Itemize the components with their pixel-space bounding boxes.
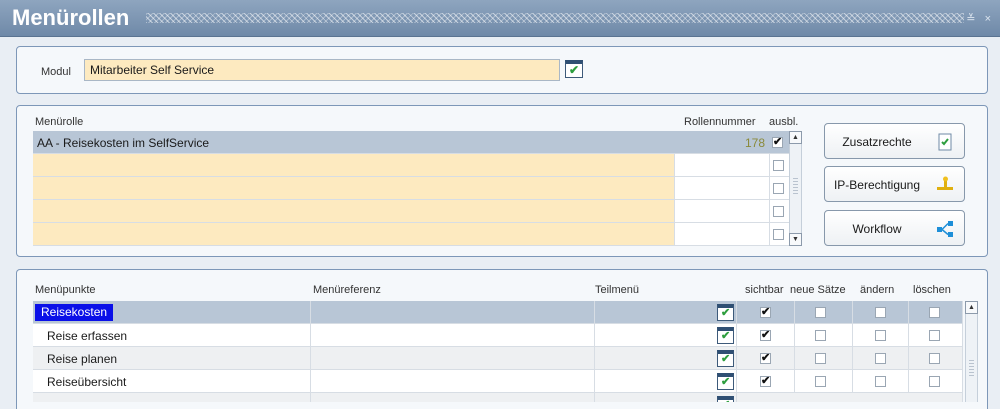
rolle-row[interactable]: AA - Reisekosten im SelfService 178 bbox=[33, 131, 789, 154]
rolle-ausbl-checkbox[interactable] bbox=[772, 135, 783, 148]
workflow-icon bbox=[937, 221, 953, 237]
sichtbar-checkbox[interactable] bbox=[760, 328, 771, 341]
rolle-name: AA - Reisekosten im SelfService bbox=[37, 136, 210, 150]
rollen-scrollbar[interactable]: ▲ ▼ bbox=[789, 131, 802, 246]
titlebar-pattern bbox=[146, 13, 964, 23]
teilmenu-lookup-icon[interactable] bbox=[717, 350, 734, 367]
rights-document-icon bbox=[938, 133, 952, 151]
modul-field[interactable]: Mitarbeiter Self Service bbox=[84, 59, 560, 81]
rolle-row[interactable] bbox=[33, 177, 789, 200]
menupunkt-row[interactable]: Reisekosten bbox=[33, 301, 963, 324]
neue-saetze-checkbox[interactable] bbox=[815, 376, 826, 387]
scroll-grip-icon[interactable] bbox=[793, 178, 798, 194]
menupunkt-row[interactable]: Reise planen bbox=[33, 347, 963, 370]
teilmenu-header: Teilmenü bbox=[595, 284, 640, 296]
aendern-header: ändern bbox=[860, 284, 895, 296]
menupunkt-name: Reiseübersicht bbox=[47, 375, 127, 389]
loeschen-checkbox[interactable] bbox=[929, 353, 940, 364]
aendern-checkbox[interactable] bbox=[875, 353, 886, 364]
menupunkt-name: Reise planen bbox=[47, 352, 118, 366]
neue-saetze-checkbox[interactable] bbox=[815, 330, 826, 341]
menupunkt-name: Reise erfassen bbox=[47, 329, 128, 343]
sichtbar-checkbox[interactable] bbox=[760, 374, 771, 387]
sichtbar-header: sichtbar bbox=[745, 284, 784, 296]
loeschen-checkbox[interactable] bbox=[929, 330, 940, 341]
menupunkte-panel: Menüpunkte Menüreferenz Teilmenü sichtba… bbox=[16, 269, 988, 409]
teilmenu-lookup-icon[interactable] bbox=[717, 304, 734, 321]
modul-lookup-icon[interactable] bbox=[565, 60, 583, 78]
scroll-down-icon[interactable]: ▼ bbox=[789, 233, 802, 246]
scroll-grip-icon[interactable] bbox=[969, 360, 974, 376]
window-titlebar: Menürollen ≚ × bbox=[0, 0, 1000, 37]
workflow-button[interactable]: Workflow bbox=[824, 210, 965, 246]
zusatzrechte-button[interactable]: Zusatzrechte bbox=[824, 123, 965, 159]
sichtbar-checkbox[interactable] bbox=[760, 305, 771, 318]
menupunkte-scrollbar[interactable]: ▲ bbox=[965, 301, 978, 402]
network-icon bbox=[937, 176, 953, 190]
rolle-nummer: 178 bbox=[744, 136, 765, 150]
menurolle-header: Menürolle bbox=[35, 116, 84, 128]
workflow-label: Workflow bbox=[852, 222, 902, 236]
rollennummer-header: Rollennummer bbox=[684, 116, 756, 128]
menureferenz-header: Menüreferenz bbox=[313, 284, 381, 296]
aendern-checkbox[interactable] bbox=[875, 307, 886, 318]
rolle-ausbl-checkbox[interactable] bbox=[773, 160, 784, 171]
scroll-up-icon[interactable]: ▲ bbox=[789, 131, 802, 144]
zusatzrechte-label: Zusatzrechte bbox=[842, 135, 912, 149]
ip-berechtigung-button[interactable]: IP-Berechtigung bbox=[824, 166, 965, 202]
rolle-ausbl-checkbox[interactable] bbox=[773, 183, 784, 194]
aendern-checkbox[interactable] bbox=[875, 376, 886, 387]
menupunkt-name: Reisekosten bbox=[35, 304, 114, 321]
teilmenu-lookup-icon[interactable] bbox=[717, 327, 734, 344]
loeschen-header: löschen bbox=[913, 284, 951, 296]
aendern-checkbox[interactable] bbox=[875, 330, 886, 341]
neue-saetze-checkbox[interactable] bbox=[815, 307, 826, 318]
ausbl-header: ausbl. bbox=[769, 116, 799, 128]
rolle-ausbl-checkbox[interactable] bbox=[773, 206, 784, 217]
modul-label: Modul bbox=[41, 66, 71, 78]
neue-saetze-header: neue Sätze bbox=[790, 284, 846, 296]
menupunkt-row[interactable]: Reise erfassen bbox=[33, 324, 963, 347]
ip-berechtigung-label: IP-Berechtigung bbox=[833, 178, 921, 192]
neue-saetze-checkbox[interactable] bbox=[815, 353, 826, 364]
teilmenu-lookup-icon[interactable] bbox=[717, 373, 734, 390]
rolle-row[interactable] bbox=[33, 223, 789, 246]
window-title: Menürollen bbox=[12, 5, 130, 30]
rolle-ausbl-checkbox[interactable] bbox=[773, 229, 784, 240]
rolle-row[interactable] bbox=[33, 200, 789, 223]
loeschen-checkbox[interactable] bbox=[929, 376, 940, 387]
rolle-row[interactable] bbox=[33, 154, 789, 177]
menupunkt-row[interactable]: Reiseübersicht bbox=[33, 370, 963, 393]
sichtbar-checkbox[interactable] bbox=[760, 351, 771, 364]
scroll-up-icon[interactable]: ▲ bbox=[965, 301, 978, 314]
modul-panel: Modul Mitarbeiter Self Service bbox=[16, 46, 988, 94]
loeschen-checkbox[interactable] bbox=[929, 307, 940, 318]
menupunkte-header: Menüpunkte bbox=[35, 284, 96, 296]
menurolle-panel: Menürolle Rollennummer ausbl. AA - Reise… bbox=[16, 105, 988, 257]
window-controls[interactable]: ≚ × bbox=[966, 12, 994, 25]
teilmenu-lookup-icon[interactable] bbox=[717, 396, 734, 402]
